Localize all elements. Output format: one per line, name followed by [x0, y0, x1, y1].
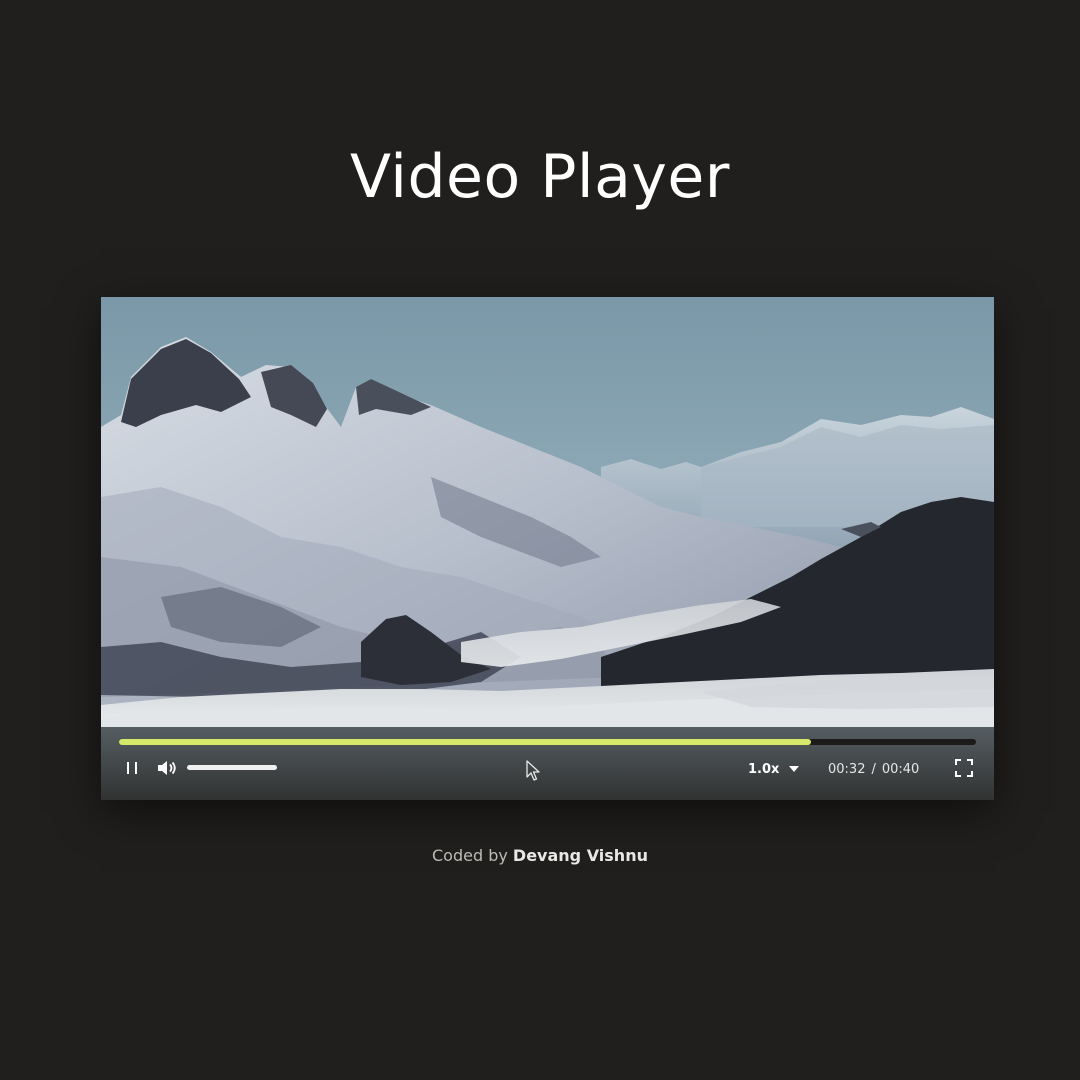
mute-button[interactable] — [154, 757, 180, 779]
page: Video Player 1.0x 00:32 / 00:40 Coded by… — [0, 0, 1080, 1080]
credit-line: Coded by Devang Vishnu — [0, 846, 1080, 865]
playback-speed-button[interactable]: 1.0x — [748, 760, 800, 778]
progress-bar[interactable] — [119, 739, 976, 745]
pause-icon — [127, 762, 137, 774]
play-pause-button[interactable] — [121, 757, 143, 779]
caret-down-icon — [789, 766, 800, 772]
time-display: 00:32 / 00:40 — [828, 760, 919, 778]
time-separator: / — [871, 761, 876, 777]
volume-icon — [158, 761, 176, 775]
current-time: 00:32 — [828, 761, 866, 777]
progress-fill — [119, 739, 811, 745]
page-title: Video Player — [350, 142, 730, 212]
video-player[interactable]: 1.0x 00:32 / 00:40 — [101, 297, 994, 800]
credit-prefix: Coded by — [432, 846, 508, 865]
video-frame[interactable] — [101, 297, 994, 800]
volume-level — [187, 765, 277, 770]
credit-author: Devang Vishnu — [512, 846, 648, 865]
duration: 00:40 — [881, 761, 920, 777]
volume-slider[interactable] — [187, 765, 277, 770]
fullscreen-button[interactable] — [952, 757, 976, 779]
playback-speed-label: 1.0x — [748, 761, 780, 777]
fullscreen-icon — [955, 759, 973, 777]
control-bar: 1.0x 00:32 / 00:40 — [101, 727, 994, 800]
mouse-cursor-icon — [526, 760, 540, 781]
